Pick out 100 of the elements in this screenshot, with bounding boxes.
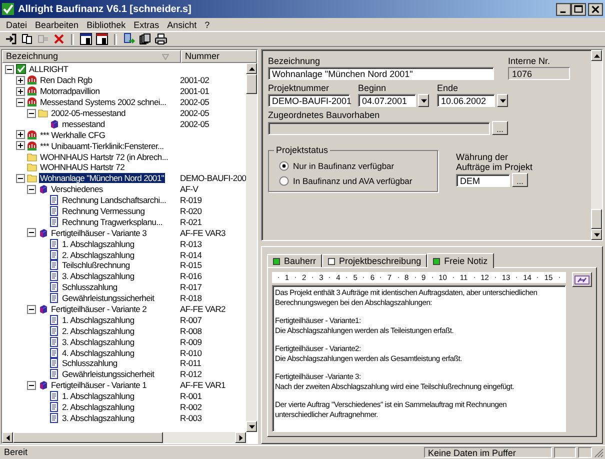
format-button[interactable]	[572, 272, 592, 287]
expand-icon[interactable]	[16, 130, 25, 140]
tree-item[interactable]: *** Unibauamt-Tierklinik:Fensterer...	[39, 140, 165, 151]
left-arrow-icon[interactable]	[6, 434, 10, 440]
tree-item[interactable]: Teilschlußrechnung	[61, 260, 131, 270]
document-icon	[49, 336, 59, 347]
resize-grip-icon[interactable]	[594, 448, 604, 458]
tree-item[interactable]: WOHNHAUS Hartstr 72 (in Abrech...	[39, 152, 170, 162]
collapse-icon[interactable]	[27, 380, 36, 390]
export-icon[interactable]	[123, 33, 135, 45]
radio-button[interactable]	[279, 176, 289, 186]
scroll-thumb[interactable]	[13, 432, 163, 443]
scroll-thumb[interactable]	[246, 74, 257, 94]
tree-item[interactable]: 3. Abschlagszahlung	[61, 336, 136, 347]
menu-item[interactable]: Extras	[130, 20, 164, 30]
scroll-thumb[interactable]	[591, 209, 602, 229]
expand-icon[interactable]	[16, 86, 25, 96]
tree-item[interactable]: Ren Dach Rgb	[39, 75, 94, 86]
tree-item[interactable]: Wohnanlage "München Nord 2001"	[39, 173, 165, 184]
up-arrow-icon[interactable]	[248, 66, 254, 70]
close-button[interactable]	[588, 2, 603, 16]
tree-item[interactable]: Verschiedenes	[50, 184, 104, 194]
collapse-icon[interactable]	[27, 228, 36, 238]
tree-item[interactable]: Messestand Systems 2002 schnei...	[39, 97, 168, 108]
tree-item[interactable]: Rechnung Landschaftsarchi...	[61, 195, 168, 206]
vertical-scrollbar[interactable]	[591, 50, 602, 240]
tree-item[interactable]: Fertigteilhäuser - Variante 1	[50, 380, 148, 390]
dropdown-button[interactable]	[497, 94, 508, 107]
tree-item[interactable]: Gewährleistungssicherheit	[61, 369, 156, 380]
radio-label[interactable]: Nur in Baufinanz verfügbar	[293, 161, 394, 171]
minimize-button[interactable]	[556, 2, 571, 16]
expand-icon[interactable]	[16, 76, 25, 85]
collapse-icon[interactable]	[16, 98, 25, 107]
tree-item[interactable]: Rechnung Tragwerksplanu...	[61, 216, 164, 227]
date-field[interactable]: 04.07.2001	[358, 94, 416, 107]
tree-item[interactable]: Fertigteilhäuser - Variante 3	[50, 228, 148, 238]
tree-item[interactable]: ALLRIGHT	[28, 64, 70, 74]
browse-button[interactable]: ...	[512, 173, 528, 187]
collapse-icon[interactable]	[27, 108, 36, 118]
collapse-icon[interactable]	[5, 64, 14, 74]
column-header[interactable]: Bezeichnung	[2, 50, 181, 63]
menu-item[interactable]: Bibliothek	[82, 20, 130, 30]
tab[interactable]: Projektbeschreibung	[322, 254, 428, 267]
tree-item[interactable]: 2. Abschlagszahlung	[61, 402, 136, 412]
radio-button[interactable]	[279, 161, 289, 171]
expand-icon[interactable]	[16, 141, 25, 150]
tree-item[interactable]: 1. Abschlagszahlung	[61, 391, 136, 402]
column-header[interactable]: Nummer	[181, 50, 257, 63]
down-arrow-icon[interactable]	[248, 424, 254, 428]
item-number: R-014	[180, 250, 202, 260]
collapse-icon[interactable]	[27, 184, 36, 194]
collapse-icon[interactable]	[27, 304, 36, 314]
dropdown-button[interactable]	[418, 94, 429, 107]
item-number: R-018	[180, 293, 202, 304]
radio-label[interactable]: In Baufinanz und AVA verfügbar	[293, 176, 412, 186]
right-arrow-icon[interactable]	[238, 434, 242, 440]
horizontal-scrollbar[interactable]	[2, 432, 246, 443]
tree-item[interactable]: Gewährleistungssicherheit	[61, 293, 156, 304]
documents-icon[interactable]	[139, 33, 151, 45]
notes-textarea[interactable]	[272, 285, 566, 432]
vertical-scrollbar[interactable]	[246, 63, 257, 432]
tree-item[interactable]: Fertigteilhäuser - Variante 2	[50, 304, 148, 314]
tree-item[interactable]: 4. Abschlagszahlung	[61, 348, 136, 358]
project-number-field[interactable]: DEMO-BAUFI-2001	[268, 94, 350, 107]
date-field[interactable]: 10.06.2002	[437, 94, 495, 107]
item-number: AF-FE VAR1	[180, 380, 226, 390]
tree-item[interactable]: messestand	[61, 118, 106, 129]
tree-item[interactable]: *** Werkhalle CFG	[39, 130, 106, 140]
menu-item[interactable]: Bearbeiten	[31, 20, 83, 30]
login-icon[interactable]	[5, 33, 17, 45]
caret-icon[interactable]	[420, 98, 426, 102]
tree-item[interactable]: Rechnung Vermessung	[61, 206, 146, 216]
tab[interactable]: Freie Notiz	[427, 253, 494, 268]
tree-item[interactable]: 3. Abschlagszahlung	[61, 271, 136, 282]
tree-item[interactable]: 2002-05-messestand	[50, 108, 126, 118]
copy-icon[interactable]	[21, 33, 33, 45]
window-icon[interactable]	[80, 33, 92, 45]
caret-icon[interactable]	[500, 98, 506, 102]
maximize-button[interactable]	[571, 2, 586, 16]
currency-field[interactable]: DEM	[456, 174, 510, 186]
window-icon[interactable]	[96, 33, 108, 45]
down-arrow-icon[interactable]	[594, 232, 600, 236]
menu-item[interactable]: Ansicht	[163, 20, 201, 30]
tree-item[interactable]: 1. Abschlagszahlung	[61, 238, 136, 249]
tree-item[interactable]: 1. Abschlagszahlung	[61, 314, 136, 325]
tree-item[interactable]: Motorradpavillion	[39, 86, 101, 96]
tree-item[interactable]: Schlusszahlung	[61, 358, 118, 368]
tab[interactable]: Bauherr	[267, 254, 322, 267]
print-icon[interactable]	[155, 33, 167, 45]
up-arrow-icon[interactable]	[594, 54, 600, 58]
tree-item[interactable]: 3. Abschlagszahlung	[61, 412, 136, 423]
menu-item[interactable]: Datei	[2, 20, 32, 30]
tree-item[interactable]: 2. Abschlagszahlung	[61, 326, 136, 336]
menu-item[interactable]: ?	[200, 20, 214, 30]
collapse-icon[interactable]	[16, 174, 25, 183]
tree-item[interactable]: WOHNHAUS Hartstr 72	[39, 162, 126, 172]
delete-icon[interactable]	[53, 33, 65, 45]
tree-item[interactable]: Schlusszahlung	[61, 282, 118, 292]
tree-item[interactable]: 2. Abschlagszahlung	[61, 250, 136, 260]
name-field[interactable]: Wohnanlage "München Nord 2001"	[268, 67, 494, 80]
